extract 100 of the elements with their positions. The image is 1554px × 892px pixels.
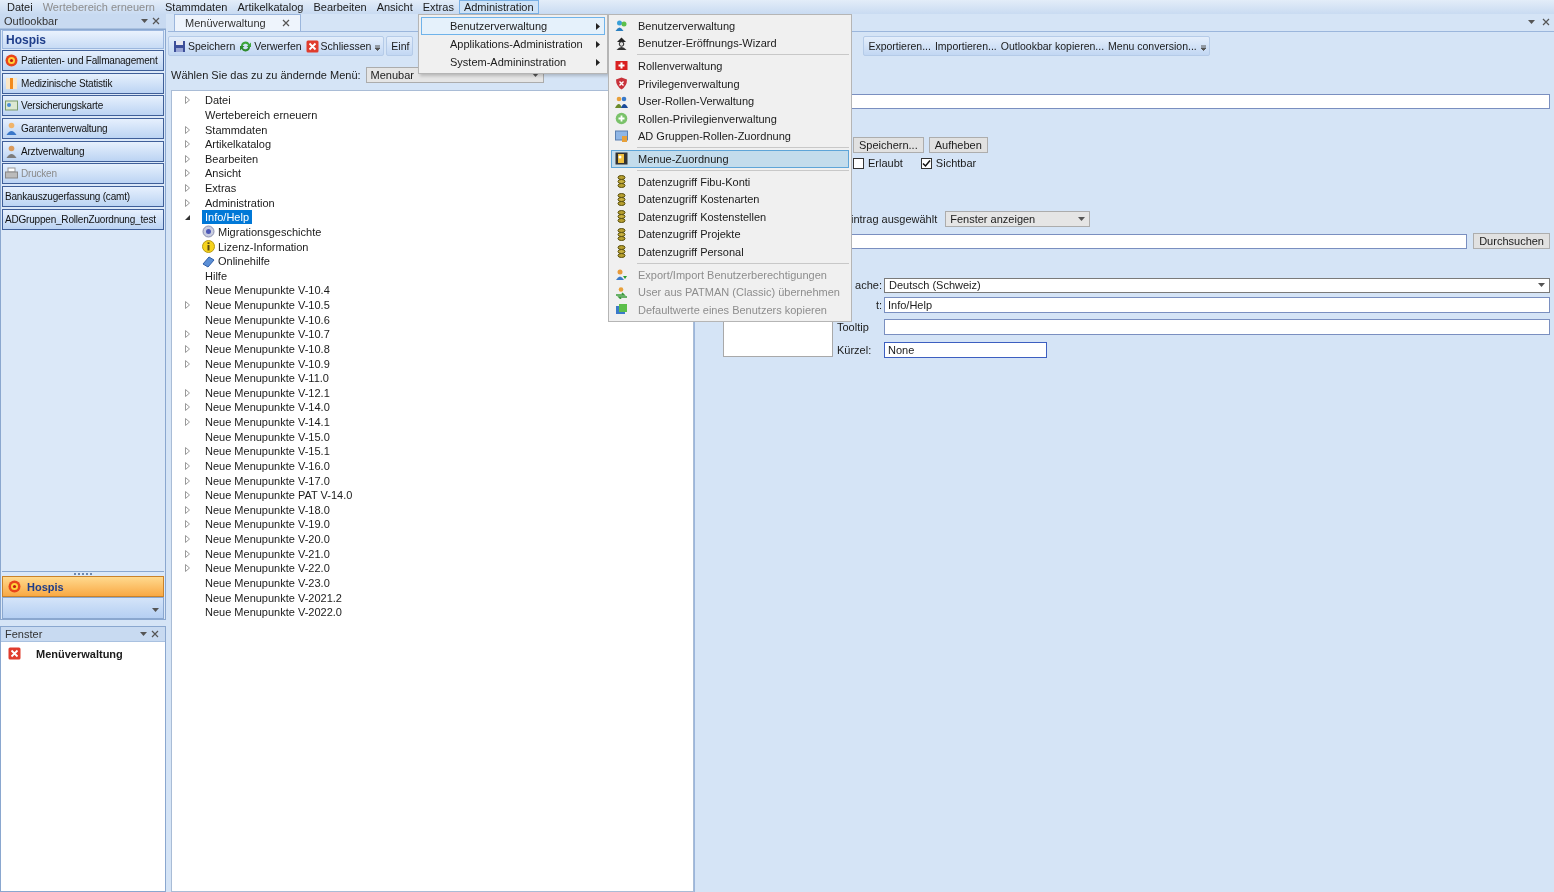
menu-item[interactable]: AD Gruppen-Rollen-Zuordnung [611,127,849,146]
menu-item[interactable]: Benutzerverwaltung [421,17,605,35]
nav-item[interactable]: Bankauszugerfassung (camt) [2,186,164,208]
menu-item[interactable]: Bearbeiten [308,0,372,14]
collapsed-arrow-icon[interactable] [184,359,190,368]
collapsed-arrow-icon[interactable] [184,461,190,470]
menu-item[interactable]: Datei [2,0,38,14]
toolbar-button[interactable]: Menu conversion... [1107,37,1198,55]
collapsed-arrow-icon[interactable] [184,154,190,163]
close-icon[interactable] [1542,18,1550,26]
form-button[interactable]: Aufheben [928,137,988,153]
tree-item[interactable]: Neue Menupunkte V-11.0 [202,371,332,386]
collapsed-arrow-icon[interactable] [184,549,190,558]
toolbar-button[interactable]: Schliessen [304,37,373,55]
close-icon[interactable] [152,17,160,25]
form-button[interactable]: Speichern... [853,137,924,153]
tree-item[interactable]: Neue Menupunkte V-12.1 [202,385,333,400]
input-field[interactable]: Info/Help [884,296,1550,313]
overflow-bar[interactable] [2,597,164,619]
collapsed-arrow-icon[interactable] [184,564,190,573]
collapsed-arrow-icon[interactable] [184,344,190,353]
collapsed-arrow-icon[interactable] [184,330,190,339]
tree-item[interactable]: Neue Menupunkte V-20.0 [202,532,333,547]
nav-item[interactable]: Medizinische Statistik [2,72,164,94]
tree-item[interactable]: Neue Menupunkte V-10.5 [202,298,333,313]
toolbar-button[interactable]: Einf [390,37,411,55]
nav-item[interactable]: Patienten- und Fallmanagement [2,50,164,71]
nav-item[interactable]: Arztverwaltung [2,140,164,162]
collapsed-arrow-icon[interactable] [184,535,190,544]
tree-item[interactable]: Neue Menupunkte V-15.1 [202,444,333,459]
tree-item[interactable]: Onlinehilfe [215,254,273,269]
collapsed-arrow-icon[interactable] [184,184,190,193]
tree-item[interactable]: Neue Menupunkte V-14.0 [202,400,333,415]
tree-item[interactable]: Migrationsgeschichte [215,224,325,239]
close-icon[interactable] [281,19,290,27]
tree-item[interactable]: Neue Menupunkte V-17.0 [202,473,333,488]
tree-item[interactable]: Neue Menupunkte V-2021.2 [202,590,345,605]
tree-item[interactable]: Neue Menupunkte V-23.0 [202,575,333,590]
tree-item[interactable]: Hilfe [202,268,230,283]
document-tab[interactable]: Menüverwaltung [174,14,301,31]
menu-item[interactable]: Administration [458,0,539,14]
menu-item[interactable]: Rollen-Privilegienverwaltung [611,109,849,128]
checkbox[interactable] [920,157,932,169]
collapsed-arrow-icon[interactable] [184,169,190,178]
input-field[interactable] [884,319,1550,335]
toolbar-button[interactable]: Verwerfen [238,37,303,55]
collapsed-arrow-icon[interactable] [184,125,190,134]
nav-item[interactable]: Garantenverwaltung [2,118,164,140]
menu-item[interactable]: Rollenverwaltung [611,57,849,75]
collapsed-arrow-icon[interactable] [184,520,190,529]
toolbar-button[interactable]: Importieren... [933,37,998,55]
tree-item[interactable]: Neue Menupunkte V-16.0 [202,458,333,473]
tree-item[interactable]: Extras [202,181,240,196]
tree-item[interactable]: Neue Menupunkte V-10.6 [202,312,333,327]
tree-item[interactable]: Stammdaten [202,122,271,137]
collapsed-arrow-icon[interactable] [184,491,190,500]
menu-item[interactable]: Benutzer-Eröffnungs-Wizard [611,34,849,53]
collapsed-arrow-icon[interactable] [184,140,190,149]
tree-item[interactable]: Neue Menupunkte V-14.1 [202,415,333,430]
menu-item[interactable]: Datenzugriff Kostenarten [611,190,849,208]
toolbar-button[interactable]: Exportieren... [867,37,932,55]
menu-item[interactable]: Datenzugriff Kostenstellen [611,207,849,226]
tree-item[interactable]: Wertebereich erneuern [202,107,321,122]
tree-item[interactable]: Neue Menupunkte V-10.8 [202,341,333,356]
tree-item[interactable]: Neue Menupunkte V-10.7 [202,327,333,342]
tree-item[interactable]: Neue Menupunkte PAT V-14.0 [202,488,356,503]
menu-item[interactable]: Extras [417,0,459,14]
tree-item[interactable]: Administration [202,195,278,210]
tree-item[interactable]: Neue Menupunkte V-15.0 [202,429,333,444]
menu-item[interactable]: Datenzugriff Personal [611,243,849,261]
tree-item[interactable]: Bearbeiten [202,151,262,166]
checkbox[interactable] [853,157,864,169]
browse-button[interactable]: Durchsuchen [1473,233,1550,249]
collapsed-arrow-icon[interactable] [184,96,190,105]
menu-item[interactable]: Privilegenverwaltung [611,74,849,93]
nav-item[interactable]: ADGruppen_RollenZuordnung_test [2,208,164,230]
language-dropdown[interactable]: Deutsch (Schweiz) [884,277,1550,293]
collapsed-arrow-icon[interactable] [184,301,190,310]
input-field[interactable]: None [884,341,1047,358]
tree-item[interactable]: Neue Menupunkte V-10.4 [202,283,333,298]
collapsed-arrow-icon[interactable] [184,418,190,427]
menu-item[interactable]: Benutzerverwaltung [611,17,849,35]
tree-item[interactable]: Datei [202,93,234,108]
tree-item[interactable]: Neue Menupunkte V-2022.0 [202,605,345,620]
menu-item[interactable]: Datenzugriff Fibu-Konti [611,172,849,191]
collapsed-arrow-icon[interactable] [184,505,190,514]
collapsed-arrow-icon[interactable] [184,198,190,207]
menu-item[interactable]: Applikations-Administration [421,35,605,53]
close-icon[interactable] [151,630,159,638]
collapsed-arrow-icon[interactable] [184,403,190,412]
hospis-button[interactable]: Hospis [2,576,164,597]
menu-item[interactable]: Menue-Zuordnung [611,150,849,168]
menu-item[interactable]: Stammdaten [160,0,233,14]
tree-item[interactable]: Neue Menupunkte V-22.0 [202,561,333,576]
menu-item[interactable]: Artikelkatalog [232,0,309,14]
tree-item[interactable]: Info/Help [202,210,253,225]
collapsed-arrow-icon[interactable] [184,476,190,485]
action-dropdown[interactable]: Fenster anzeigen [945,211,1091,227]
menu-item[interactable]: Ansicht [371,0,418,14]
tree-item[interactable]: Neue Menupunkte V-21.0 [202,546,333,561]
